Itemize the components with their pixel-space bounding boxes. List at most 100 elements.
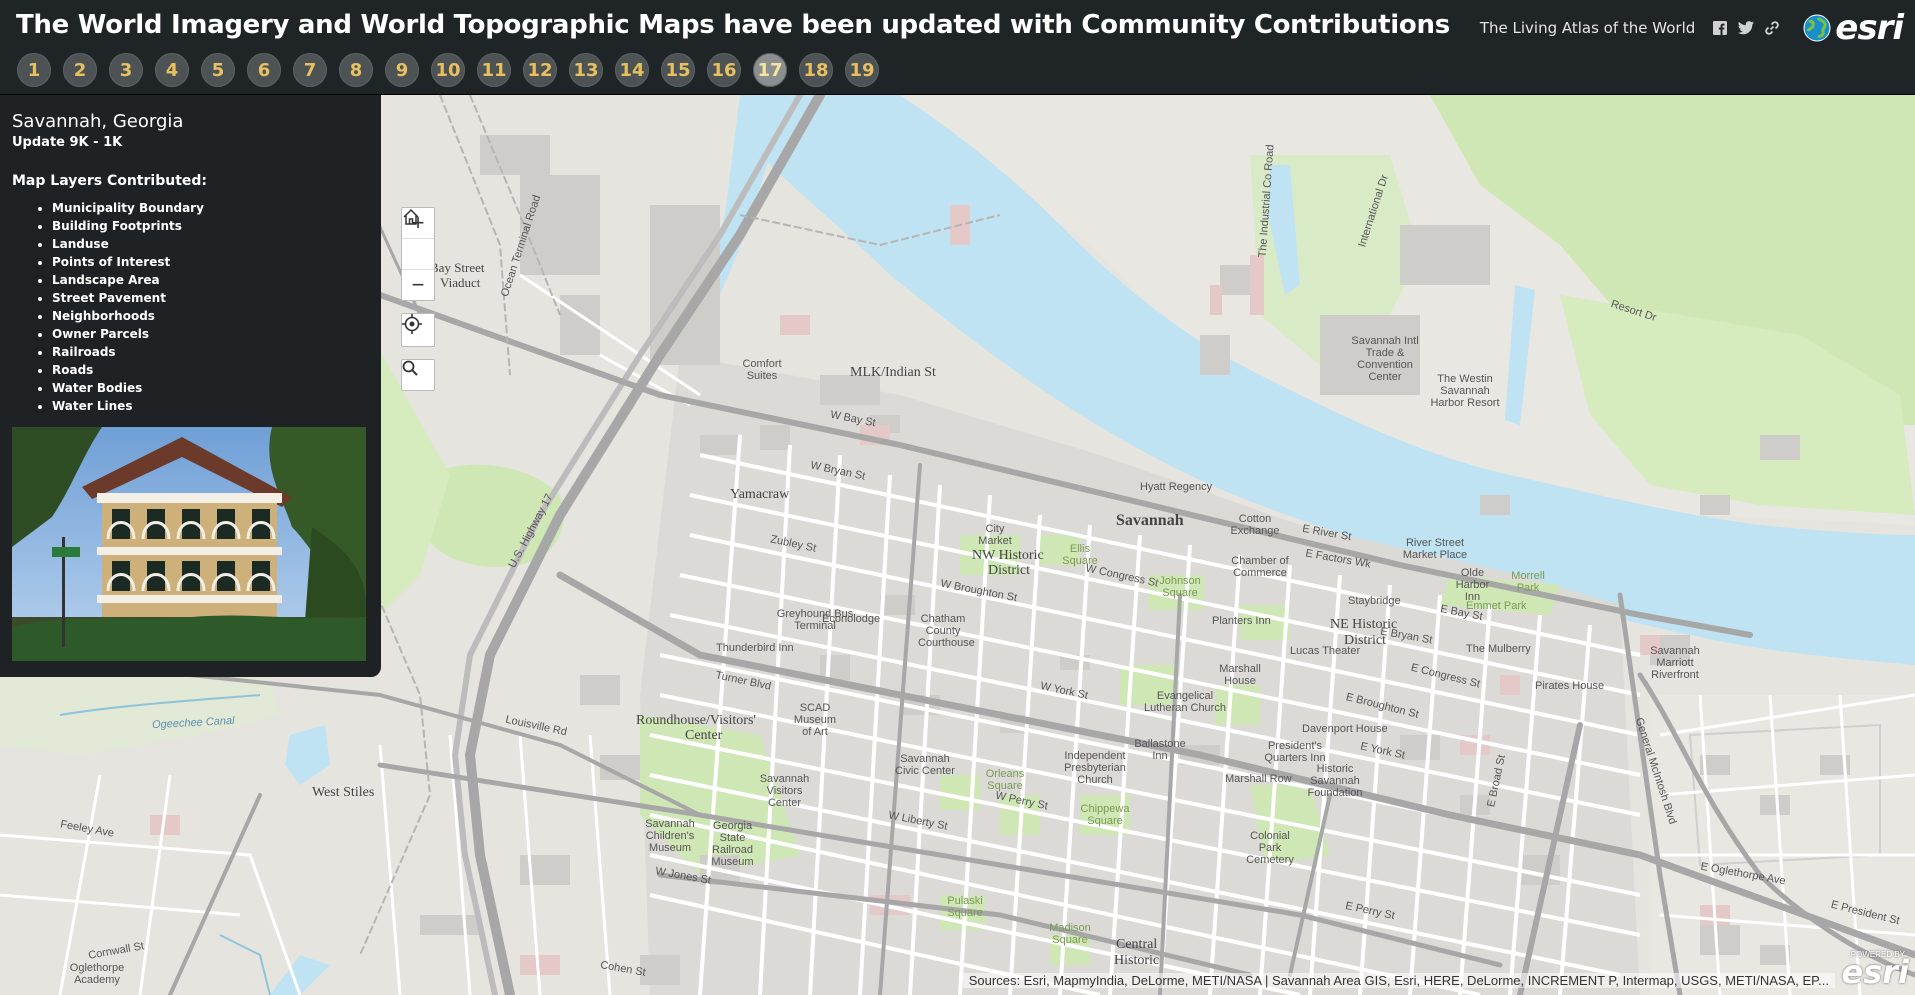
poi-visitors-center: Savannah Visitors Center <box>759 773 810 809</box>
poi-pulaski: Pulaski Square <box>947 895 983 919</box>
poi-city-market: City Market <box>978 523 1012 547</box>
locate-button[interactable] <box>401 313 435 347</box>
tab-4[interactable]: 4 <box>155 53 189 87</box>
poi-econolodge: Econolodge <box>822 613 881 625</box>
poi-colonial-park: Colonial Park Cemetery <box>1246 830 1294 866</box>
poi-marriott: Savannah Marriott Riverfront <box>1650 645 1700 681</box>
tab-bar: 1 2 3 4 5 6 7 8 9 10 11 12 13 14 15 16 17 18 19 <box>17 53 879 87</box>
tab-3[interactable]: 3 <box>109 53 143 87</box>
map-label-central: Central <box>1116 937 1158 952</box>
location-photo <box>12 427 366 661</box>
zoom-out-button[interactable]: − <box>402 269 434 300</box>
map-label-nw-historic: NW Historic <box>972 548 1044 563</box>
globe-icon <box>1803 14 1831 42</box>
tab-6[interactable]: 6 <box>247 53 281 87</box>
map-label-yamacraw: Yamacraw <box>730 487 790 502</box>
tab-1[interactable]: 1 <box>17 53 51 87</box>
poi-hyatt: Hyatt Regency <box>1140 481 1213 493</box>
layer-item: Street Pavement <box>52 289 204 307</box>
poi-river-street: River Street Market Place <box>1402 537 1468 561</box>
update-label: Update 9K - 1K <box>12 135 123 150</box>
tab-7[interactable]: 7 <box>293 53 327 87</box>
layer-item: Building Footprints <box>52 217 204 235</box>
poi-orleans: Orleans Square <box>985 768 1025 792</box>
poi-comfort-suites: Comfort Suites <box>742 358 782 382</box>
poi-presidents-quarters: President's Quarters Inn <box>1264 740 1326 764</box>
layer-item: Points of Interest <box>52 253 204 271</box>
page-title: The World Imagery and World Topographic … <box>16 10 1450 40</box>
powered-by-esri-logo[interactable]: esri <box>1842 953 1910 991</box>
zoom-control: + − <box>401 207 435 301</box>
poi-evangelical-church: Evangelical Lutheran Church <box>1144 690 1226 714</box>
tab-15[interactable]: 15 <box>661 53 695 87</box>
poi-chatham-courthouse: Chatham County Courthouse <box>918 613 975 649</box>
poi-staybridge: Staybridge <box>1348 595 1401 607</box>
layer-item: Water Bodies <box>52 379 204 397</box>
map-label-mlk: MLK/Indian St <box>850 365 936 380</box>
tab-17[interactable]: 17 <box>753 53 787 87</box>
tab-11[interactable]: 11 <box>477 53 511 87</box>
tab-16[interactable]: 16 <box>707 53 741 87</box>
tab-10[interactable]: 10 <box>431 53 465 87</box>
poi-historic-foundation: Historic Savannah Foundation <box>1307 763 1363 799</box>
layer-item: Landuse <box>52 235 204 253</box>
map-label-historic: Historic <box>1114 953 1160 968</box>
crosshair-icon <box>402 314 422 334</box>
poi-cotton-exchange: Cotton Exchange <box>1230 513 1280 537</box>
facebook-icon[interactable] <box>1711 19 1729 37</box>
poi-westin: The Westin Savannah Harbor Resort <box>1430 373 1500 409</box>
map-label-viaduct: Viaduct <box>440 275 481 290</box>
tab-13[interactable]: 13 <box>569 53 603 87</box>
tab-19[interactable]: 19 <box>845 53 879 87</box>
tab-8[interactable]: 8 <box>339 53 373 87</box>
poi-lucas-theater: Lucas Theater <box>1290 645 1361 657</box>
layer-item: Municipality Boundary <box>52 199 204 217</box>
poi-chippewa: Chippewa Square <box>1080 803 1130 827</box>
poi-madison: Madison Square <box>1049 922 1091 946</box>
poi-marshall-house: Marshall House <box>1219 663 1261 687</box>
link-icon[interactable] <box>1763 19 1781 37</box>
map-label-savannah: Savannah <box>1116 512 1184 529</box>
layers-list: Municipality BoundaryBuilding Footprints… <box>12 199 204 415</box>
poi-thunderbird: Thunderbird Inn <box>716 642 794 654</box>
poi-childrens-museum: Savannah Children's Museum <box>645 818 695 854</box>
poi-trade-center: Savannah Intl Trade & Convention Center <box>1351 335 1419 383</box>
poi-johnson-square: Johnson Square <box>1159 575 1201 599</box>
poi-chamber: Chamber of Commerce <box>1231 555 1289 579</box>
layer-item: Owner Parcels <box>52 325 204 343</box>
poi-independent-church: Independent Presbyterian Church <box>1064 750 1126 786</box>
poi-oglethorpe-academy: Oglethorpe Academy <box>69 962 125 986</box>
info-panel: Savannah, Georgia Update 9K - 1K Map Lay… <box>0 95 381 677</box>
tab-5[interactable]: 5 <box>201 53 235 87</box>
map-label-roundhouse: Roundhouse/Visitors' <box>636 713 756 728</box>
map-label-nw-district: District <box>988 563 1030 578</box>
poi-davenport-house: Davenport House <box>1302 723 1388 735</box>
home-button[interactable] <box>402 208 434 269</box>
tab-18[interactable]: 18 <box>799 53 833 87</box>
tab-12[interactable]: 12 <box>523 53 557 87</box>
map-label-bay-street: Bay Street <box>430 260 485 275</box>
layer-item: Railroads <box>52 343 204 361</box>
tab-14[interactable]: 14 <box>615 53 649 87</box>
layer-item: Roads <box>52 361 204 379</box>
poi-morrell-park: Morrell Park <box>1511 570 1545 594</box>
tab-9[interactable]: 9 <box>385 53 419 87</box>
search-button[interactable] <box>401 359 435 391</box>
twitter-icon[interactable] <box>1737 19 1755 37</box>
place-title: Savannah, Georgia <box>12 111 184 132</box>
poi-pirates-house: Pirates House <box>1535 680 1605 692</box>
poi-olde-harbor: Olde Harbor Inn <box>1455 567 1490 603</box>
map-label-west-stiles: West Stiles <box>312 785 375 800</box>
poi-scad-museum: SCAD Museum of Art <box>793 702 837 738</box>
tab-2[interactable]: 2 <box>63 53 97 87</box>
esri-logo[interactable]: esri <box>1803 11 1904 45</box>
map-attribution: Sources: Esri, MapmyIndia, DeLorme, METI… <box>962 973 1835 988</box>
layer-item: Neighborhoods <box>52 307 204 325</box>
poi-mulberry: The Mulberry <box>1466 643 1531 655</box>
poi-railroad-museum: Georgia State Railroad Museum <box>711 820 754 868</box>
layer-item: Landscape Area <box>52 271 204 289</box>
layers-heading: Map Layers Contributed: <box>12 173 207 189</box>
living-atlas-link[interactable]: The Living Atlas of the World <box>1480 19 1695 37</box>
map-label-center: Center <box>685 728 723 743</box>
poi-ballastone: Ballastone Inn <box>1134 738 1186 762</box>
